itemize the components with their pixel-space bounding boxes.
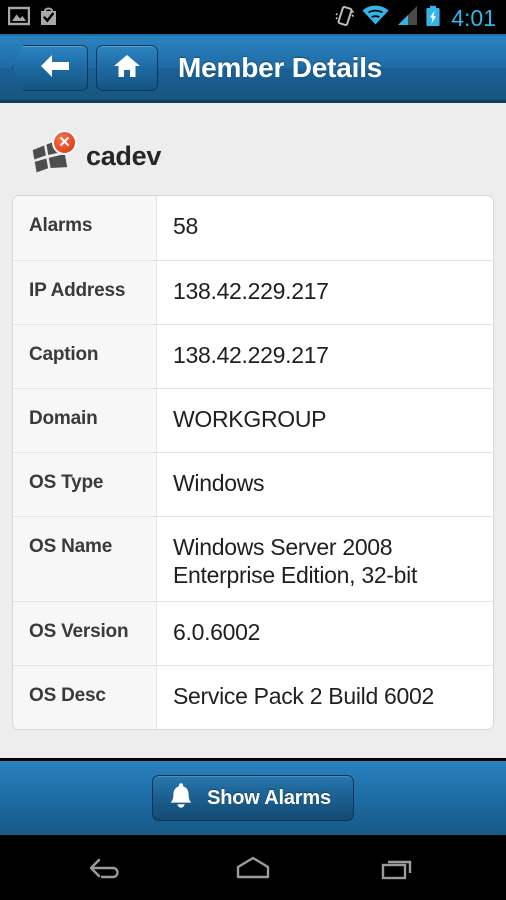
- home-button[interactable]: [96, 45, 158, 91]
- bell-icon: [169, 782, 193, 814]
- content-scroll-area[interactable]: ✕ cadev Alarms 58 IP Address 138.42.229.…: [0, 103, 506, 758]
- row-value: WORKGROUP: [157, 389, 493, 452]
- row-label: Domain: [13, 389, 157, 452]
- device-name: cadev: [86, 140, 162, 171]
- table-row[interactable]: OS Version 6.0.6002: [13, 601, 493, 666]
- table-row[interactable]: OS Desc Service Pack 2 Build 6002: [13, 665, 493, 730]
- vibrate-icon: [335, 5, 355, 32]
- row-label: IP Address: [13, 261, 157, 324]
- table-row[interactable]: Alarms 58: [13, 196, 493, 260]
- row-label: OS Name: [13, 517, 157, 602]
- back-button[interactable]: [12, 45, 88, 91]
- status-bar-notification-icons: [7, 5, 59, 32]
- page-title: Member Details: [178, 52, 383, 83]
- table-row[interactable]: Domain WORKGROUP: [13, 388, 493, 452]
- android-screen: 4:01 Member Details ✕ cadev Alarms 58 IP…: [0, 0, 506, 900]
- windows-logo-icon: ✕: [28, 130, 77, 177]
- show-alarms-button[interactable]: Show Alarms: [152, 775, 354, 821]
- table-row[interactable]: OS Type Windows: [13, 452, 493, 516]
- android-recents-icon[interactable]: [363, 843, 435, 893]
- device-header: ✕ cadev: [0, 103, 506, 195]
- status-bar: 4:01: [0, 0, 506, 36]
- row-value: Windows Server 2008 Enterprise Edition, …: [157, 517, 493, 602]
- show-alarms-label: Show Alarms: [207, 786, 331, 809]
- status-bar-clock: 4:01: [451, 4, 496, 31]
- action-bar: Member Details: [0, 36, 506, 103]
- row-value: 138.42.229.217: [157, 325, 493, 388]
- home-icon: [113, 53, 141, 84]
- status-bar-system-icons: 4:01: [335, 5, 496, 32]
- android-navigation-bar: [0, 835, 506, 900]
- row-value: Windows: [157, 453, 493, 516]
- table-row[interactable]: OS Name Windows Server 2008 Enterprise E…: [13, 516, 493, 602]
- table-row[interactable]: IP Address 138.42.229.217: [13, 260, 493, 324]
- member-details-table: Alarms 58 IP Address 138.42.229.217 Capt…: [12, 195, 494, 731]
- row-value: 58: [157, 196, 493, 260]
- row-value: 6.0.6002: [157, 602, 493, 666]
- error-x-badge: ✕: [52, 130, 77, 155]
- android-home-icon[interactable]: [217, 843, 289, 893]
- row-value: Service Pack 2 Build 6002: [157, 666, 493, 730]
- row-label: Alarms: [13, 196, 157, 260]
- table-row[interactable]: Caption 138.42.229.217: [13, 324, 493, 388]
- back-arrow-icon: [39, 53, 71, 84]
- row-label: OS Version: [13, 602, 157, 666]
- cell-signal-icon: [396, 5, 418, 31]
- wifi-icon: [362, 5, 389, 31]
- row-label: OS Type: [13, 453, 157, 516]
- android-back-icon[interactable]: [71, 843, 143, 893]
- row-value: 138.42.229.217: [157, 261, 493, 324]
- photo-icon: [7, 6, 31, 31]
- row-label: Caption: [13, 325, 157, 388]
- shopping-bag-check-icon: [38, 5, 59, 32]
- row-label: OS Desc: [13, 666, 157, 730]
- battery-charging-icon: [425, 5, 441, 32]
- bottom-toolbar: Show Alarms: [0, 758, 506, 835]
